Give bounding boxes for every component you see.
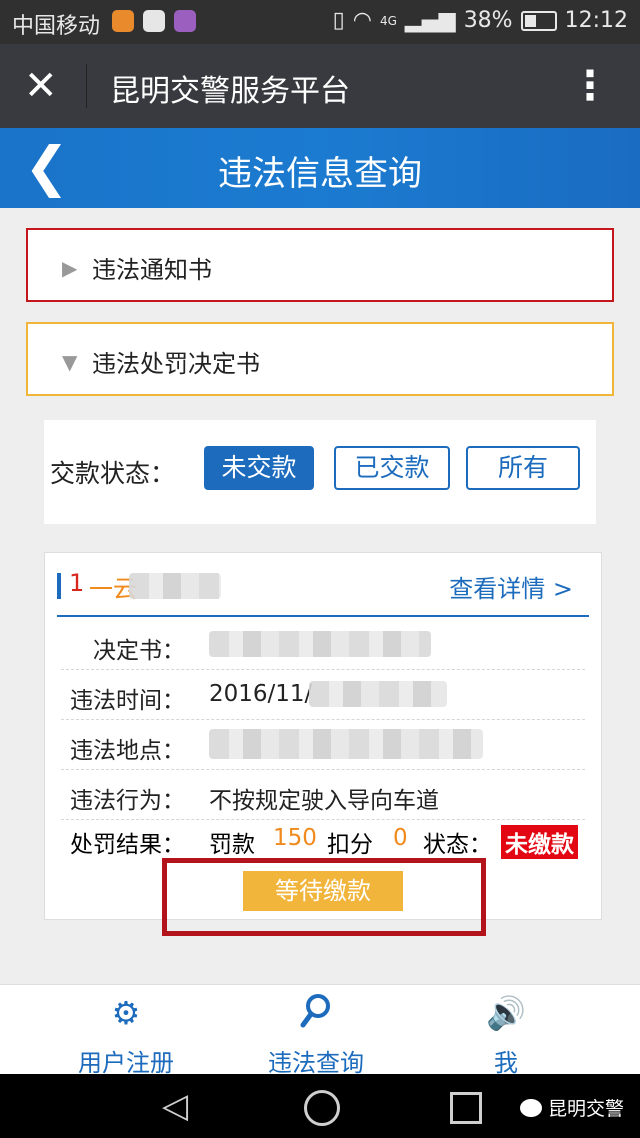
- app-notification-icon: [174, 10, 196, 32]
- filter-all-button[interactable]: 所有: [466, 446, 580, 490]
- fine-label: 罚款: [209, 832, 255, 858]
- section-label: 违法处罚决定书: [92, 350, 260, 378]
- tab-violation-query[interactable]: 违法查询: [216, 985, 416, 1077]
- nav-recent-apps-icon[interactable]: [450, 1092, 482, 1124]
- vibrate-icon: ▯: [332, 8, 345, 33]
- highlight-annotation: [162, 858, 486, 936]
- nav-home-icon[interactable]: [304, 1090, 340, 1126]
- system-navigation-bar: ◁ 昆明交警: [0, 1074, 640, 1138]
- filter-label: 交款状态：: [50, 459, 176, 488]
- field-label: 违法时间：: [70, 688, 185, 714]
- field-label: 决定书：: [93, 638, 185, 664]
- field-violation-time: 违法时间： 2016/11/: [61, 669, 585, 720]
- field-violation-location: 违法地点：: [61, 719, 585, 770]
- redacted-value: [309, 681, 447, 707]
- notification-icons: [112, 10, 196, 32]
- bottom-tab-bar: ⚙ 用户注册 违法查询 🔊 我: [0, 984, 640, 1077]
- tab-label: 违法查询: [268, 1049, 364, 1077]
- signal-icon: ▂▄▆: [404, 8, 456, 33]
- tab-user-register[interactable]: ⚙ 用户注册: [26, 985, 226, 1077]
- network-type: 4G: [379, 13, 397, 28]
- caret-right-icon: ▶: [62, 256, 78, 280]
- page-title: 违法信息查询: [218, 154, 422, 194]
- battery-icon: [520, 10, 557, 31]
- filter-unpaid-button[interactable]: 未交款: [204, 446, 314, 490]
- field-value: 2016/11/: [209, 681, 313, 707]
- section-violation-notice[interactable]: ▶ 违法通知书: [26, 228, 614, 302]
- gear-icon: ⚙: [111, 994, 141, 1032]
- tab-label: 我: [494, 1049, 518, 1077]
- points-label: 扣分: [327, 832, 373, 858]
- tab-label: 用户注册: [78, 1049, 174, 1077]
- points-value: 0: [393, 825, 408, 851]
- fine-amount: 150: [273, 825, 317, 851]
- app-notification-icon: [143, 10, 165, 32]
- status-indicators: ▯ ◠ 4G ▂▄▆ 38% 12:12: [333, 8, 628, 33]
- accent-bar: [57, 573, 61, 599]
- field-value: 不按规定驶入导向车道: [209, 788, 439, 814]
- view-details-link[interactable]: 查看详情 >: [449, 569, 573, 604]
- redacted-plate: [129, 573, 221, 599]
- field-label: 违法行为：: [70, 788, 185, 814]
- wifi-icon: ◠: [352, 8, 372, 33]
- battery-level: 38%: [463, 8, 513, 33]
- browser-title: 昆明交警服务平台: [110, 74, 350, 109]
- app-notification-icon: [112, 10, 134, 32]
- status-label: 状态：: [423, 832, 492, 858]
- field-violation-behavior: 违法行为： 不按规定驶入导向车道: [61, 769, 585, 820]
- wechat-icon: [520, 1098, 542, 1117]
- field-label: 违法地点：: [70, 738, 185, 764]
- speaker-icon: 🔊: [486, 994, 526, 1032]
- filter-paid-button[interactable]: 已交款: [334, 446, 450, 490]
- redacted-value: [209, 729, 483, 759]
- more-icon[interactable]: ⋮: [570, 58, 610, 114]
- record-number: 1: [69, 569, 85, 597]
- watermark-text: 昆明交警: [548, 1098, 625, 1120]
- divider: [57, 615, 589, 617]
- divider: [86, 64, 87, 108]
- close-icon[interactable]: ✕: [24, 58, 58, 114]
- caret-down-icon: ▼: [62, 350, 78, 374]
- page-header: ❮ 违法信息查询: [0, 128, 640, 208]
- payment-filter: 交款状态： 未交款 已交款 所有: [44, 420, 596, 524]
- watermark: 昆明交警: [520, 1094, 624, 1121]
- field-decision-number: 决定书：: [61, 619, 585, 670]
- browser-title-bar: ✕ 昆明交警服务平台 ⋮: [0, 44, 640, 128]
- nav-back-icon[interactable]: ◁: [162, 1086, 188, 1126]
- section-penalty-decision[interactable]: ▼ 违法处罚决定书: [26, 322, 614, 396]
- field-label: 处罚结果：: [70, 832, 185, 858]
- section-label: 违法通知书: [92, 256, 212, 284]
- carrier-name: 中国移动: [12, 14, 101, 39]
- tab-me[interactable]: 🔊 我: [406, 985, 606, 1077]
- redacted-value: [209, 631, 431, 657]
- status-bar: 中国移动 ▯ ◠ 4G ▂▄▆ 38% 12:12: [0, 0, 640, 44]
- status-badge: 未缴款: [501, 825, 578, 859]
- search-icon: [216, 993, 416, 1038]
- clock: 12:12: [564, 8, 628, 33]
